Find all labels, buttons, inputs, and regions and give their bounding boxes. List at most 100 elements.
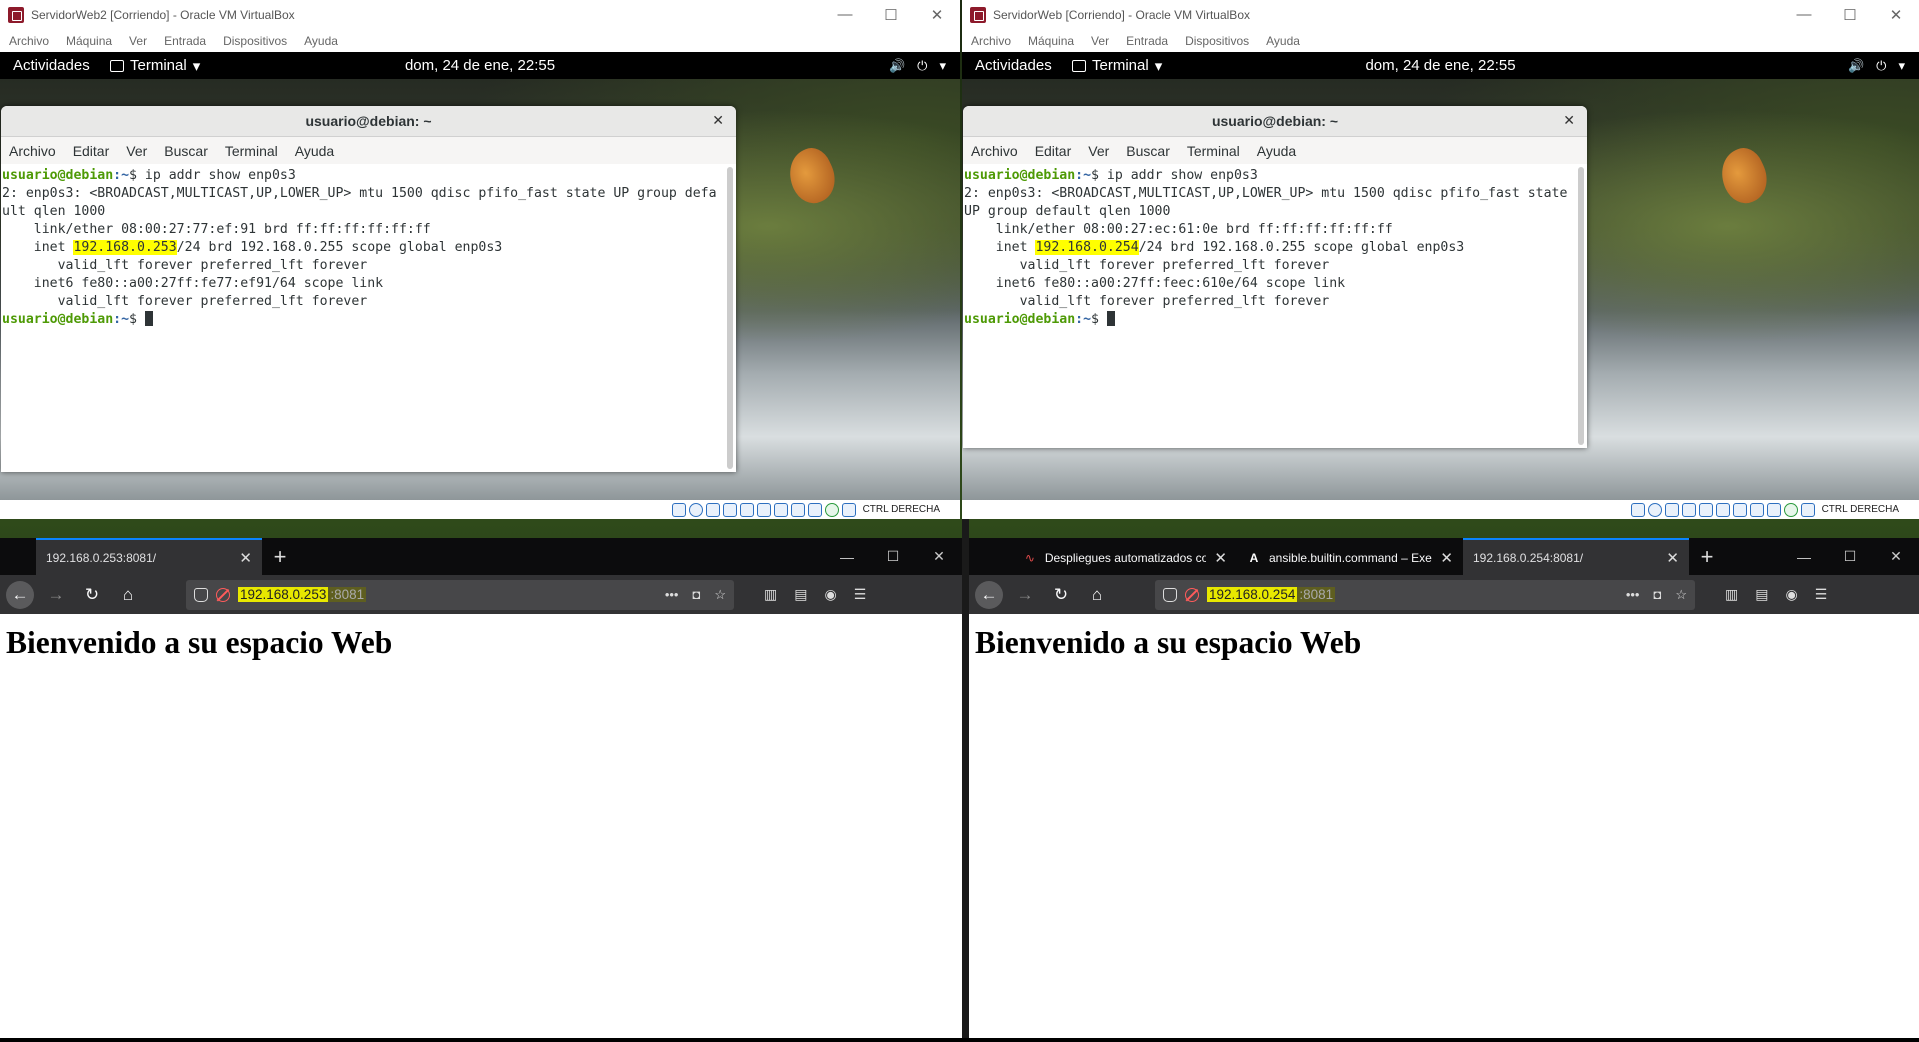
hard-disk-icon[interactable] xyxy=(1630,502,1645,517)
url-bar[interactable]: 192.168.0.254 :8081 ••• ◘ ☆ xyxy=(1155,579,1695,610)
tab-ansible-builtin-command[interactable]: A ansible.builtin.command – Exe ✕ xyxy=(1237,538,1463,575)
hamburger-menu-icon[interactable]: ☰ xyxy=(1815,586,1828,603)
terminal-output[interactable]: usuario@debian:~$ ip addr show enp0s3 2: … xyxy=(1,164,736,472)
optical-drive-icon[interactable] xyxy=(688,502,703,517)
tab-despliegues-automatizados[interactable]: ∿ Despliegues automatizados co ✕ xyxy=(1013,538,1237,575)
insecure-connection-icon[interactable] xyxy=(1185,587,1199,602)
recording-icon[interactable] xyxy=(790,502,805,517)
vbox-menu-maquina[interactable]: Máquina xyxy=(1028,34,1074,48)
new-tab-icon[interactable]: + xyxy=(262,538,298,575)
minimize-icon[interactable]: — xyxy=(1781,6,1827,24)
vbox-menu-archivo[interactable]: Archivo xyxy=(971,34,1011,48)
cpu-icon[interactable] xyxy=(807,502,822,517)
home-icon[interactable]: ⌂ xyxy=(1083,581,1111,609)
close-tab-icon[interactable]: ✕ xyxy=(239,549,252,567)
terminal-menu-ayuda[interactable]: Ayuda xyxy=(1257,143,1296,159)
vbox-titlebar[interactable]: ServidorWeb2 [Corriendo] - Oracle VM Vir… xyxy=(0,0,960,30)
vbox-titlebar[interactable]: ServidorWeb [Corriendo] - Oracle VM Virt… xyxy=(962,0,1919,30)
mouse-integration-icon[interactable] xyxy=(1783,502,1798,517)
vbox-menu-maquina[interactable]: Máquina xyxy=(66,34,112,48)
terminal-menu-buscar[interactable]: Buscar xyxy=(164,143,208,159)
bookmark-star-icon[interactable]: ☆ xyxy=(1675,587,1687,603)
audio-icon[interactable] xyxy=(1664,502,1679,517)
terminal-titlebar[interactable]: usuario@debian: ~ ✕ xyxy=(1,106,736,137)
sidebar-icon[interactable]: ▤ xyxy=(794,586,807,603)
recording-icon[interactable] xyxy=(1749,502,1764,517)
vbox-menu-dispositivos[interactable]: Dispositivos xyxy=(1185,34,1249,48)
insecure-connection-icon[interactable] xyxy=(216,587,230,602)
usb-icon[interactable] xyxy=(1698,502,1713,517)
close-icon[interactable]: ✕ xyxy=(916,548,962,565)
vm-screen[interactable]: Actividades Terminal ▾ dom, 24 de ene, 2… xyxy=(0,52,960,500)
library-icon[interactable]: ▥ xyxy=(764,586,777,603)
sidebar-icon[interactable]: ▤ xyxy=(1755,586,1768,603)
display-icon[interactable] xyxy=(1732,502,1747,517)
network-icon[interactable] xyxy=(722,502,737,517)
cpu-icon[interactable] xyxy=(1766,502,1781,517)
terminal-menu-archivo[interactable]: Archivo xyxy=(9,143,56,159)
vbox-menu-dispositivos[interactable]: Dispositivos xyxy=(223,34,287,48)
bookmark-star-icon[interactable]: ☆ xyxy=(714,587,726,603)
optical-drive-icon[interactable] xyxy=(1647,502,1662,517)
shared-folder-icon[interactable] xyxy=(1715,502,1730,517)
reload-icon[interactable]: ↻ xyxy=(78,581,106,609)
audio-icon[interactable] xyxy=(705,502,720,517)
maximize-icon[interactable]: ☐ xyxy=(1827,6,1873,24)
terminal-menu-terminal[interactable]: Terminal xyxy=(225,143,278,159)
maximize-icon[interactable]: ☐ xyxy=(870,548,916,565)
hard-disk-icon[interactable] xyxy=(671,502,686,517)
maximize-icon[interactable]: ☐ xyxy=(868,6,914,24)
account-icon[interactable]: ◉ xyxy=(1785,586,1797,603)
display-icon[interactable] xyxy=(773,502,788,517)
vbox-menu-entrada[interactable]: Entrada xyxy=(1126,34,1168,48)
terminal-menu-editar[interactable]: Editar xyxy=(73,143,110,159)
back-icon[interactable]: ← xyxy=(6,580,34,609)
close-tab-icon[interactable]: ✕ xyxy=(1666,549,1679,567)
terminal-output[interactable]: usuario@debian:~$ ip addr show enp0s3 2: … xyxy=(963,164,1587,448)
gnome-app-menu[interactable]: Terminal ▾ xyxy=(1072,57,1162,75)
url-bar[interactable]: 192.168.0.253 :8081 ••• ◘ ☆ xyxy=(186,579,734,610)
gnome-system-menu[interactable]: 🔊 ⏻ ▾ xyxy=(1848,58,1919,74)
shield-icon[interactable] xyxy=(1163,587,1177,602)
forward-icon[interactable]: → xyxy=(1011,581,1039,609)
page-actions-icon[interactable]: ••• xyxy=(1626,587,1640,603)
terminal-menu-buscar[interactable]: Buscar xyxy=(1126,143,1170,159)
maximize-icon[interactable]: ☐ xyxy=(1827,548,1873,565)
close-tab-icon[interactable]: ✕ xyxy=(1440,549,1453,567)
vbox-menu-ayuda[interactable]: Ayuda xyxy=(1266,34,1300,48)
minimize-icon[interactable]: — xyxy=(824,549,870,565)
close-icon[interactable]: ✕ xyxy=(914,6,960,24)
vbox-menu-ayuda[interactable]: Ayuda xyxy=(304,34,338,48)
new-tab-icon[interactable]: + xyxy=(1689,538,1725,575)
gnome-clock[interactable]: dom, 24 de ene, 22:55 xyxy=(405,57,555,74)
close-icon[interactable]: ✕ xyxy=(1563,112,1575,129)
keyboard-capture-icon[interactable] xyxy=(1800,502,1815,517)
terminal-menu-archivo[interactable]: Archivo xyxy=(971,143,1018,159)
account-icon[interactable]: ◉ xyxy=(824,586,836,603)
home-icon[interactable]: ⌂ xyxy=(114,581,142,609)
close-icon[interactable]: ✕ xyxy=(1873,548,1919,565)
pocket-icon[interactable]: ◘ xyxy=(692,587,700,603)
close-tab-icon[interactable]: ✕ xyxy=(1214,549,1227,567)
vm-screen[interactable]: Actividades Terminal ▾ dom, 24 de ene, 2… xyxy=(962,52,1919,500)
gnome-activities[interactable]: Actividades xyxy=(962,57,1072,74)
gnome-clock[interactable]: dom, 24 de ene, 22:55 xyxy=(1365,57,1515,74)
shield-icon[interactable] xyxy=(194,587,208,602)
close-icon[interactable]: ✕ xyxy=(1873,6,1919,24)
forward-icon[interactable]: → xyxy=(42,581,70,609)
keyboard-capture-icon[interactable] xyxy=(841,502,856,517)
vbox-menu-archivo[interactable]: Archivo xyxy=(9,34,49,48)
terminal-menu-ver[interactable]: Ver xyxy=(1088,143,1109,159)
pocket-icon[interactable]: ◘ xyxy=(1653,587,1661,603)
tab-192-168-0-253[interactable]: 192.168.0.253:8081/ ✕ xyxy=(36,538,262,575)
mouse-integration-icon[interactable] xyxy=(824,502,839,517)
terminal-scrollbar[interactable] xyxy=(1578,167,1584,445)
terminal-menu-ayuda[interactable]: Ayuda xyxy=(295,143,334,159)
vbox-menu-ver[interactable]: Ver xyxy=(1091,34,1109,48)
minimize-icon[interactable]: — xyxy=(1781,549,1827,565)
reload-icon[interactable]: ↻ xyxy=(1047,581,1075,609)
terminal-scrollbar[interactable] xyxy=(727,167,733,469)
hamburger-menu-icon[interactable]: ☰ xyxy=(854,586,867,603)
vbox-menu-ver[interactable]: Ver xyxy=(129,34,147,48)
gnome-activities[interactable]: Actividades xyxy=(0,57,110,74)
